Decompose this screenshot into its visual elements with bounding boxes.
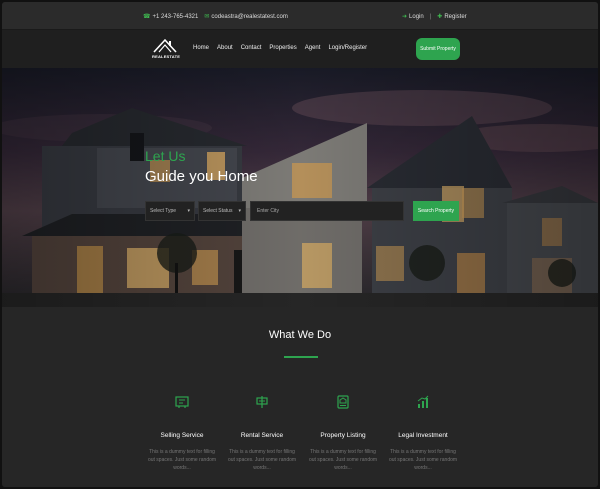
chevron-down-icon: ▾ xyxy=(187,208,190,214)
select-type-dropdown[interactable]: Select Type ▾ xyxy=(145,201,195,221)
user-plus-icon: ✚ xyxy=(437,14,443,20)
mail-icon: ✉ xyxy=(204,14,210,20)
rent-sign-icon xyxy=(256,396,268,408)
desc-line: words... xyxy=(334,465,352,471)
service-card: Rental Service This is a dummy text for … xyxy=(222,395,302,472)
nav-login-register[interactable]: Login/Register xyxy=(328,45,367,51)
service-desc: This is a dummy text for filling out spa… xyxy=(222,448,302,472)
service-card: Property Listing This is a dummy text fo… xyxy=(303,395,383,472)
service-name: Property Listing xyxy=(320,432,366,439)
house-logo-icon xyxy=(153,38,177,53)
contact-info: ☎ +1 243-765-4321 ✉ codeastra@realestate… xyxy=(143,13,288,21)
email-item[interactable]: ✉ codeastra@realestatest.com xyxy=(204,13,288,21)
email-text: codeastra@realestatest.com xyxy=(211,13,288,20)
register-label: Register xyxy=(444,13,467,20)
desc-line: This is a dummy text for filling xyxy=(390,449,456,455)
nav-agent[interactable]: Agent xyxy=(305,45,321,51)
service-desc: This is a dummy text for filling out spa… xyxy=(142,448,222,472)
select-status-label: Select Status xyxy=(203,208,233,214)
phone-text: +1 243-765-4321 xyxy=(152,13,199,20)
nav-home[interactable]: Home xyxy=(193,45,209,51)
hero-houses-image xyxy=(2,68,598,307)
title-underline xyxy=(284,356,318,358)
city-input[interactable]: Enter City xyxy=(250,201,404,221)
desc-line: words... xyxy=(253,465,271,471)
main-navbar: REALESTATE Home About Contact Properties… xyxy=(2,30,598,68)
desc-line: This is a dummy text for filling xyxy=(229,449,295,455)
section-title: What We Do xyxy=(268,329,332,341)
hero-title-line2: Guide you Home xyxy=(145,168,258,185)
service-name: Legal Investment xyxy=(398,432,448,439)
hero-title-line1: Let Us xyxy=(145,148,186,164)
login-label: Login xyxy=(409,13,424,20)
nav-contact[interactable]: Contact xyxy=(241,45,262,51)
auth-links: ➜ Login | ✚ Register xyxy=(402,13,467,21)
chevron-down-icon: ▾ xyxy=(238,208,241,214)
login-icon: ➜ xyxy=(402,14,408,20)
logo-text: REALESTATE xyxy=(152,54,181,59)
phone-item[interactable]: ☎ +1 243-765-4321 xyxy=(143,13,199,21)
desc-line: words... xyxy=(414,465,432,471)
listing-icon xyxy=(337,395,349,409)
select-status-dropdown[interactable]: Select Status ▾ xyxy=(198,201,246,221)
desc-line: out spaces. Just some random xyxy=(147,457,217,463)
desc-line: This is a dummy text for filling xyxy=(310,449,376,455)
desc-line: words... xyxy=(173,465,191,471)
desc-line: out spaces. Just some random xyxy=(308,457,378,463)
service-desc: This is a dummy text for filling out spa… xyxy=(303,448,383,472)
phone-icon: ☎ xyxy=(143,14,151,20)
nav-about[interactable]: About xyxy=(217,45,233,51)
top-bar: ☎ +1 243-765-4321 ✉ codeastra@realestate… xyxy=(2,2,598,30)
service-desc: This is a dummy text for filling out spa… xyxy=(383,448,463,472)
service-card: Selling Service This is a dummy text for… xyxy=(142,395,222,472)
divider: | xyxy=(429,13,432,20)
site-logo[interactable]: REALESTATE xyxy=(152,35,181,63)
service-name: Selling Service xyxy=(160,432,204,439)
service-card: Legal Investment This is a dummy text fo… xyxy=(383,395,463,472)
nav-properties[interactable]: Properties xyxy=(269,45,296,51)
hero-section: Let Us Guide you Home Select Type ▾ Sele… xyxy=(2,68,598,307)
page: ☎ +1 243-765-4321 ✉ codeastra@realestate… xyxy=(2,2,598,487)
sale-sign-icon xyxy=(175,396,189,408)
desc-line: out spaces. Just some random xyxy=(388,457,458,463)
nav-links: Home About Contact Properties Agent Logi… xyxy=(193,45,367,51)
property-search-bar: Select Type ▾ Select Status ▾ Enter City… xyxy=(145,201,459,221)
register-link[interactable]: ✚ Register xyxy=(437,13,467,21)
desc-line: This is a dummy text for filling xyxy=(149,449,215,455)
login-link[interactable]: ➜ Login xyxy=(402,13,424,21)
investment-chart-icon xyxy=(417,395,429,408)
select-type-label: Select Type xyxy=(150,208,177,214)
submit-property-button[interactable]: Submit Property xyxy=(416,38,460,60)
service-name: Rental Service xyxy=(240,432,284,439)
what-we-do-section: What We Do Selling Service This is a dum… xyxy=(2,307,598,487)
search-property-button[interactable]: Search Property xyxy=(413,201,459,221)
desc-line: out spaces. Just some random xyxy=(227,457,297,463)
